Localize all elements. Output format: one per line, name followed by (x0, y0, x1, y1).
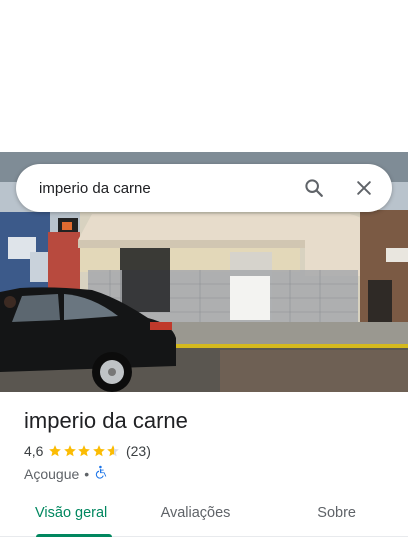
tab-about[interactable]: Sobre (249, 490, 408, 536)
search-icon[interactable] (294, 168, 334, 208)
wheelchair-icon (94, 465, 108, 482)
place-tabs: Visão geral Avaliações Sobre (0, 490, 408, 537)
rating-stars (48, 444, 121, 458)
star-icon (49, 445, 62, 457)
search-bar[interactable] (16, 164, 392, 212)
rating-row[interactable]: 4,6 (23) (24, 443, 151, 459)
tab-overview[interactable]: Visão geral (0, 490, 142, 537)
star-icon (78, 445, 91, 457)
place-category: Açougue (24, 465, 80, 482)
rating-value: 4,6 (24, 443, 44, 459)
category-row: Açougue • (24, 465, 108, 482)
close-icon[interactable] (344, 168, 384, 208)
tab-reviews[interactable]: Avaliações (142, 490, 249, 536)
review-count[interactable]: (23) (126, 443, 151, 459)
place-title: imperio da carne (24, 408, 188, 433)
star-icon (93, 445, 105, 457)
separator-dot: • (84, 465, 90, 482)
empty-map-area (0, 0, 408, 152)
star-icon (64, 445, 76, 457)
star-icon (107, 445, 120, 457)
search-input[interactable] (16, 178, 294, 198)
